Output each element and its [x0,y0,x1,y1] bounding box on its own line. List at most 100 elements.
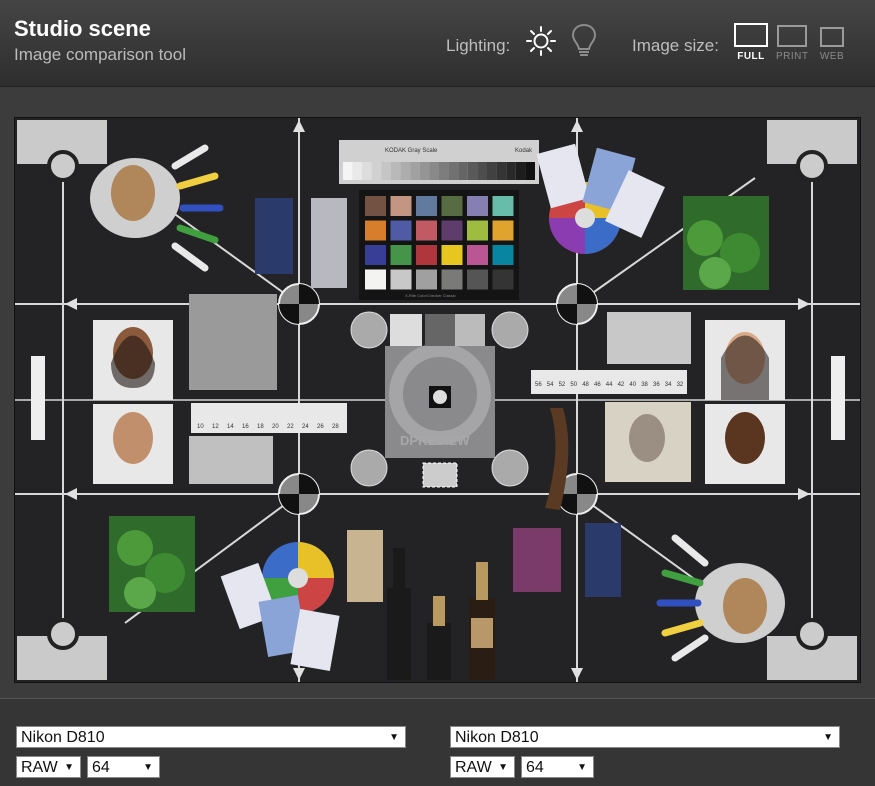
web-size-icon [820,27,844,47]
chevron-down-icon: ▼ [389,732,399,743]
studio-scene-image[interactable]: KODAK Gray Scale Kodak X-Rite ColorCheck… [14,117,861,683]
color-patch [365,196,386,216]
size-print-button[interactable]: PRINT [776,23,808,62]
gray-step [381,162,391,180]
ruler-tick-label: 38 [641,382,648,388]
color-patch [441,220,463,241]
ruler-tick-label: 20 [272,424,279,430]
size-full-button[interactable]: FULL [734,23,768,62]
color-patch [390,220,412,241]
color-patch [492,220,514,241]
print-size-icon [777,25,807,47]
right-format-select[interactable]: RAW ▼ [450,756,515,778]
color-patch [441,196,463,216]
color-patch [416,196,437,216]
color-patch [441,245,463,265]
ruler-tick-label: 48 [582,382,589,388]
ruler-top: 56 54 52 50 48 46 44 42 40 38 36 34 32 [531,370,687,394]
left-iso-select[interactable]: 64 ▼ [87,756,160,778]
fabric-swatch [255,198,293,274]
noise-patch [425,314,455,346]
gray-step [371,162,382,180]
ruler-tick-label: 22 [287,424,294,430]
gray-step [515,162,526,180]
svg-text:Kodak: Kodak [515,148,533,154]
ruler-tick-label: 28 [332,424,339,430]
full-size-icon [734,23,768,47]
gray-step [448,162,459,180]
color-patch [492,196,514,216]
svg-text:DPREVIEW: DPREVIEW [400,433,470,448]
ruler-tick-label: 50 [570,382,577,388]
ruler-tick-label: 24 [302,424,309,430]
pattern-card [513,528,561,592]
ruler-tick-label: 16 [242,424,249,430]
image-size-label: Image size: [632,36,719,55]
left-format-value: RAW [21,759,58,776]
ruler-tick-label: 12 [212,424,219,430]
size-web-button[interactable]: WEB [818,23,846,62]
color-patch [365,269,386,290]
gray-step [429,162,439,180]
size-web-label: WEB [819,51,845,62]
left-camera-select[interactable]: Nikon D810 ▼ [16,726,406,748]
gray-step [525,162,535,180]
gray-step [439,162,449,180]
gray-step [391,162,401,180]
header-bar: Studio scene Image comparison tool Light… [0,0,875,87]
color-patch [492,245,514,265]
page-title: Studio scene [14,16,151,41]
center-target: DPREVIEW [385,343,495,488]
svg-text:X-Rite ColorChecker Classic: X-Rite ColorChecker Classic [405,293,456,298]
ruler-left: 10 12 14 16 18 20 22 24 26 28 [191,403,347,433]
left-format-select[interactable]: RAW ▼ [16,756,81,778]
gray-step [477,162,487,180]
right-format-value: RAW [455,759,492,776]
chevron-down-icon: ▼ [143,762,153,773]
banknote [347,530,383,602]
ruler-tick-label: 26 [317,424,324,430]
color-patch [467,196,488,216]
image-stage: KODAK Gray Scale Kodak X-Rite ColorCheck… [0,87,875,698]
left-iso-value: 64 [92,759,110,776]
left-resolution-bar [31,356,45,440]
color-checker: X-Rite ColorChecker Classic [359,190,519,300]
gray-step [487,162,497,180]
page-subtitle: Image comparison tool [14,45,186,64]
lighting-label: Lighting: [446,36,511,55]
chevron-down-icon: ▼ [823,732,833,743]
color-patch [416,269,437,290]
size-full-label: FULL [737,51,765,62]
gray-step [467,162,478,180]
chevron-down-icon: ▼ [498,762,508,773]
right-camera-select[interactable]: Nikon D810 ▼ [450,726,840,748]
ruler-tick-label: 54 [547,382,554,388]
gray-step [496,162,507,180]
color-patch [416,220,437,241]
color-patch [390,269,412,290]
color-patch [467,269,488,290]
ruler-tick-label: 36 [653,382,660,388]
ruler-tick-label: 44 [606,382,613,388]
sun-icon[interactable] [525,25,557,57]
color-patch [390,245,412,265]
ruler-tick-label: 10 [197,424,204,430]
color-patch [390,196,412,216]
right-iso-value: 64 [526,759,544,776]
svg-text:KODAK Gray Scale: KODAK Gray Scale [385,148,438,154]
chevron-down-icon: ▼ [64,762,74,773]
color-patch [441,269,463,290]
gray-step [419,162,430,180]
chevron-down-icon: ▼ [577,762,587,773]
bulb-icon[interactable] [569,22,599,60]
fabric-swatch-2 [585,523,621,597]
gray-step [362,162,372,180]
size-print-label: PRINT [776,51,809,62]
right-resolution-bar [831,356,845,440]
right-iso-select[interactable]: 64 ▼ [521,756,594,778]
gray-step [506,162,516,180]
gray-step [343,162,353,180]
ruler-tick-label: 46 [594,382,601,388]
gray-step [458,162,468,180]
right-camera-value: Nikon D810 [455,729,539,746]
